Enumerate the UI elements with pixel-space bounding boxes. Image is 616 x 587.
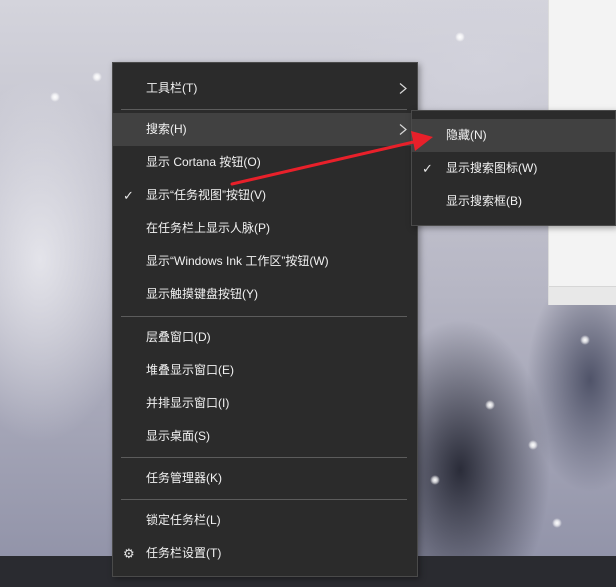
menu-item-cascade-windows[interactable]: 层叠窗口(D) — [113, 321, 417, 354]
menu-item-label: 层叠窗口(D) — [146, 330, 211, 344]
menu-separator — [121, 457, 407, 458]
submenu-item-label: 显示搜索图标(W) — [446, 161, 538, 175]
wallpaper-sparkle — [552, 518, 562, 528]
menu-item-show-cortana-button[interactable]: 显示 Cortana 按钮(O) — [113, 146, 417, 179]
menu-separator — [121, 316, 407, 317]
menu-item-side-by-side-windows[interactable]: 并排显示窗口(I) — [113, 387, 417, 420]
menu-item-show-task-view-button[interactable]: ✓ 显示“任务视图”按钮(V) — [113, 179, 417, 212]
chevron-right-icon — [399, 83, 407, 94]
menu-item-show-windows-ink-button[interactable]: 显示“Windows Ink 工作区”按钮(W) — [113, 245, 417, 278]
menu-item-show-people[interactable]: 在任务栏上显示人脉(P) — [113, 212, 417, 245]
menu-item-taskbar-settings[interactable]: ⚙ 任务栏设置(T) — [113, 537, 417, 570]
submenu-item-label: 显示搜索框(B) — [446, 194, 522, 208]
gear-icon: ⚙ — [123, 546, 135, 561]
wallpaper-sparkle — [528, 440, 538, 450]
submenu-item-show-search-icon[interactable]: ✓ 显示搜索图标(W) — [412, 152, 615, 185]
wallpaper-sparkle — [455, 32, 465, 42]
submenu-item-show-search-box[interactable]: 显示搜索框(B) — [412, 185, 615, 218]
checkmark-icon: ✓ — [123, 188, 134, 203]
menu-item-label: 显示触摸键盘按钮(Y) — [146, 287, 258, 301]
wallpaper-sparkle — [485, 400, 495, 410]
submenu-item-hidden[interactable]: 隐藏(N) — [412, 119, 615, 152]
menu-item-show-desktop[interactable]: 显示桌面(S) — [113, 420, 417, 453]
menu-item-label: 任务栏设置(T) — [146, 546, 222, 560]
menu-item-label: 显示桌面(S) — [146, 429, 210, 443]
menu-item-label: 显示“任务视图”按钮(V) — [146, 188, 266, 202]
menu-item-label: 任务管理器(K) — [146, 471, 222, 485]
chevron-right-icon — [399, 124, 407, 135]
menu-item-label: 工具栏(T) — [146, 81, 198, 95]
menu-item-label: 锁定任务栏(L) — [146, 513, 221, 527]
menu-item-label: 在任务栏上显示人脉(P) — [146, 221, 270, 235]
menu-item-task-manager[interactable]: 任务管理器(K) — [113, 462, 417, 495]
wallpaper-sparkle — [50, 92, 60, 102]
checkmark-icon: ✓ — [422, 161, 433, 176]
menu-item-lock-taskbar[interactable]: 锁定任务栏(L) — [113, 504, 417, 537]
submenu-item-label: 隐藏(N) — [446, 128, 487, 142]
menu-item-stack-windows[interactable]: 堆叠显示窗口(E) — [113, 354, 417, 387]
menu-item-toolbars[interactable]: 工具栏(T) — [113, 72, 417, 105]
wallpaper-sparkle — [92, 72, 102, 82]
search-submenu: 隐藏(N) ✓ 显示搜索图标(W) 显示搜索框(B) — [411, 110, 616, 226]
menu-item-label: 搜索(H) — [146, 122, 187, 136]
menu-item-label: 显示 Cortana 按钮(O) — [146, 155, 261, 169]
background-window-bottom-bar — [549, 286, 616, 305]
menu-separator — [121, 109, 407, 110]
menu-item-label: 显示“Windows Ink 工作区”按钮(W) — [146, 254, 329, 268]
wallpaper-sparkle — [430, 475, 440, 485]
menu-item-label: 堆叠显示窗口(E) — [146, 363, 234, 377]
wallpaper-sparkle — [580, 335, 590, 345]
taskbar-context-menu: 工具栏(T) 搜索(H) 显示 Cortana 按钮(O) ✓ 显示“任务视图”… — [112, 62, 418, 577]
menu-item-show-touch-keyboard-button[interactable]: 显示触摸键盘按钮(Y) — [113, 278, 417, 311]
menu-separator — [121, 499, 407, 500]
menu-item-search[interactable]: 搜索(H) — [113, 113, 417, 146]
menu-item-label: 并排显示窗口(I) — [146, 396, 230, 410]
